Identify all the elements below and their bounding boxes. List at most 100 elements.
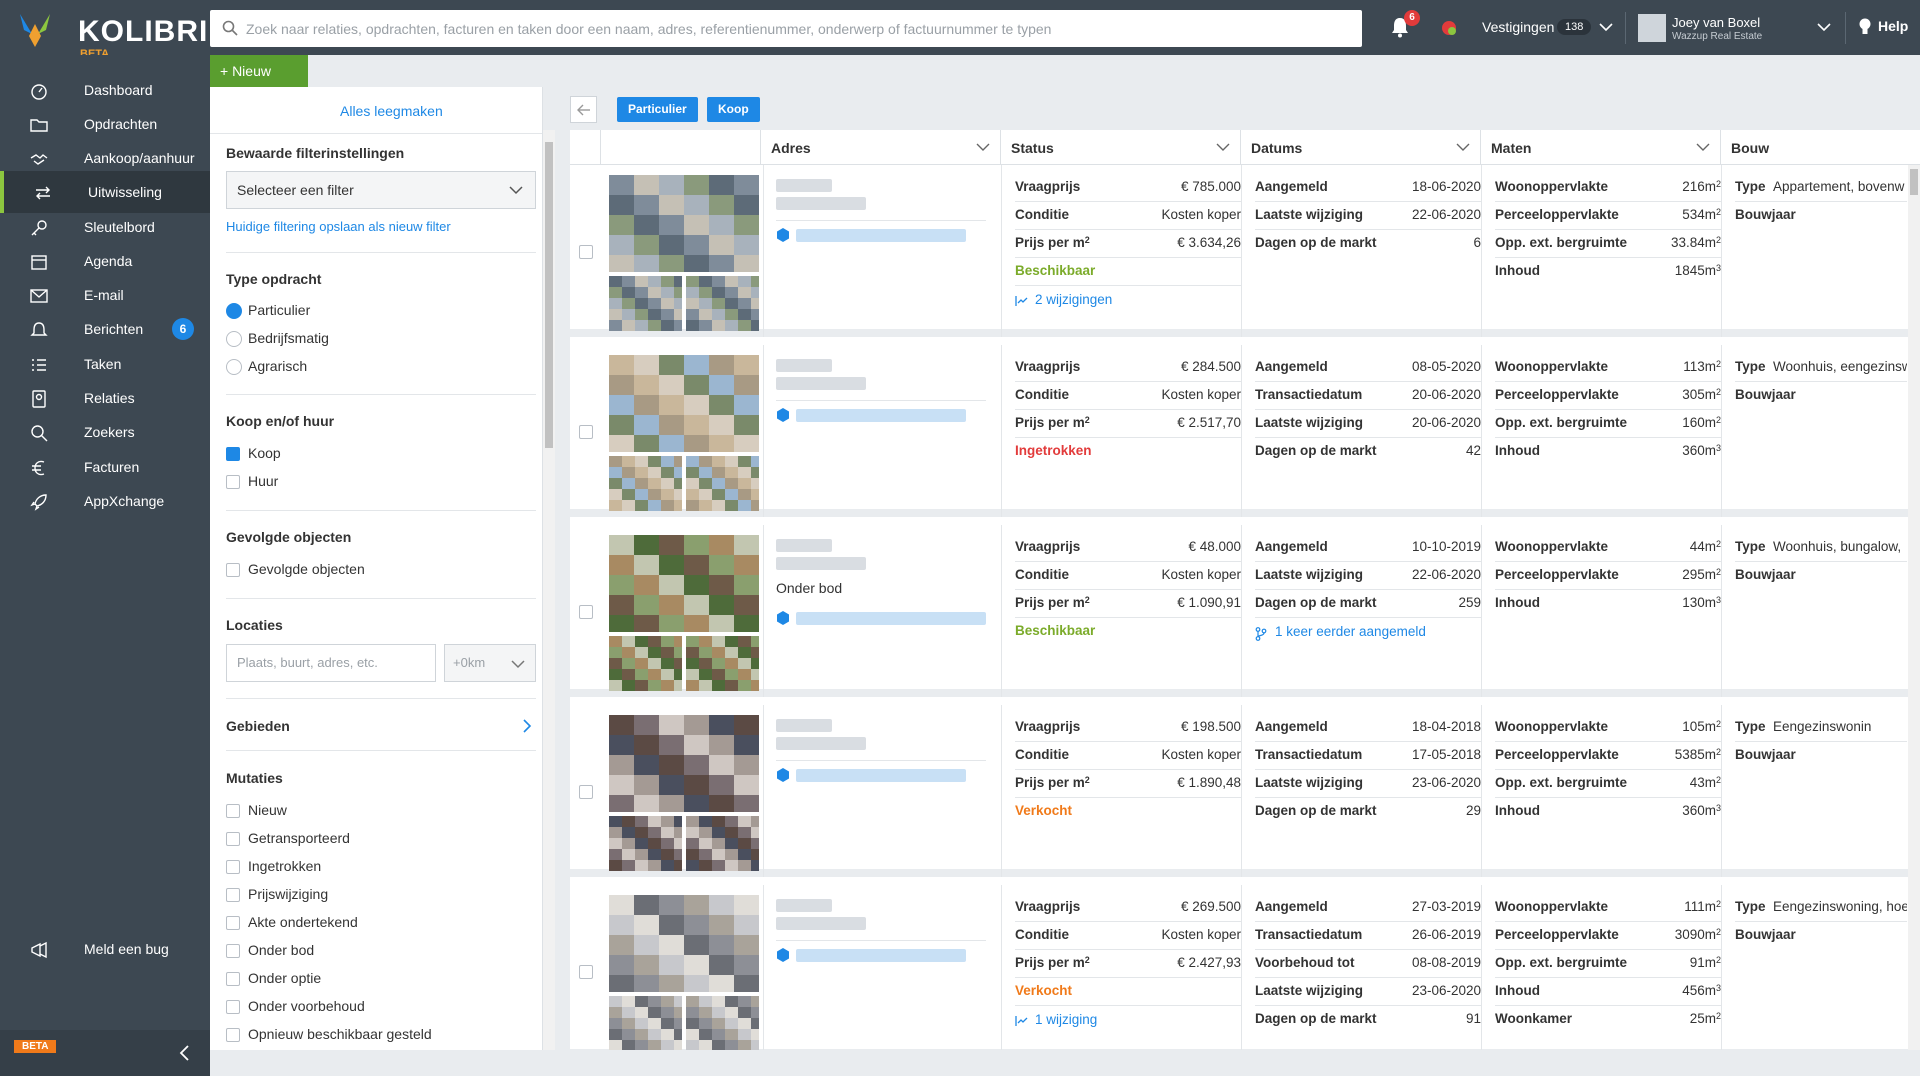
link-label: 1 keer eerder aangemeld: [1275, 624, 1426, 639]
property-photo-thumb[interactable]: [609, 456, 682, 511]
checkbox-checked[interactable]: [226, 447, 240, 461]
filter-chip-particulier[interactable]: Particulier: [617, 97, 698, 122]
exchange-icon: [36, 186, 50, 200]
property-photo[interactable]: [609, 895, 759, 992]
chevron-down-icon[interactable]: [1696, 143, 1710, 152]
date-field: Transactiedatum 20-06-2020: [1255, 387, 1481, 409]
row-select-checkbox[interactable]: [579, 965, 593, 979]
field-value: Kosten koper: [1161, 207, 1241, 222]
chevron-down-icon[interactable]: [1216, 143, 1230, 152]
checkbox[interactable]: [226, 563, 240, 577]
property-photo[interactable]: [609, 355, 759, 452]
select-all-header[interactable]: [570, 130, 601, 165]
column-header-datums[interactable]: Datums: [1241, 130, 1481, 165]
checkbox[interactable]: [226, 1000, 240, 1014]
chevron-down-icon[interactable]: [1456, 143, 1470, 152]
kolibri-logo[interactable]: KOLIBRI BETA: [14, 10, 214, 60]
checkbox[interactable]: [226, 944, 240, 958]
checkbox[interactable]: [226, 916, 240, 930]
link-redacted[interactable]: [796, 769, 966, 782]
column-header-maten[interactable]: Maten: [1481, 130, 1721, 165]
property-photo-thumb[interactable]: [609, 636, 682, 691]
field-value: Woonhuis, bungalow,: [1773, 539, 1902, 554]
checkbox[interactable]: [226, 804, 240, 818]
table-row[interactable]: Vraagprijs € 785.000 Conditie Kosten koper P…: [570, 165, 1908, 337]
help-link[interactable]: Help: [1878, 18, 1908, 34]
checkbox[interactable]: [226, 972, 240, 986]
property-photo-thumb[interactable]: [609, 816, 682, 871]
table-row[interactable]: Onder bod Vraagprijs € 48.000 Conditie Koste…: [570, 525, 1908, 697]
radio[interactable]: [226, 331, 242, 347]
scrollbar-thumb[interactable]: [545, 142, 553, 448]
chevron-right-icon[interactable]: [522, 719, 532, 733]
column-header-bouw[interactable]: Bouw: [1721, 130, 1920, 165]
radio-checked[interactable]: [226, 303, 242, 319]
row-select-checkbox[interactable]: [579, 245, 593, 259]
property-photo-thumb[interactable]: [686, 276, 759, 331]
global-search[interactable]: [210, 10, 1362, 47]
save-filter-link[interactable]: Huidige filtering opslaan als nieuw filt…: [226, 219, 451, 234]
photo-header: [601, 130, 761, 165]
filter-scrollbar[interactable]: [543, 130, 555, 1050]
column-header-status[interactable]: Status: [1001, 130, 1241, 165]
collapse-sidebar-button[interactable]: [0, 1030, 210, 1076]
field-label: Conditie: [1015, 927, 1069, 942]
checkbox[interactable]: [226, 860, 240, 874]
field-label: Opp. ext. bergruimte: [1495, 235, 1628, 250]
table-row[interactable]: Vraagprijs € 198.500 Conditie Kosten koper P…: [570, 705, 1908, 877]
sidebar-item-label: Facturen: [84, 459, 140, 475]
checkbox[interactable]: [226, 1028, 240, 1042]
property-photo-thumb[interactable]: [609, 996, 682, 1050]
new-button[interactable]: + Nieuw: [210, 55, 308, 87]
field-label: Aangemeld: [1255, 899, 1328, 914]
filter-chip-koop[interactable]: Koop: [707, 97, 760, 122]
chevron-down-icon[interactable]: [976, 143, 990, 152]
recording-icon[interactable]: [1438, 17, 1460, 39]
radius-select[interactable]: +0km: [444, 644, 536, 682]
checkbox[interactable]: [226, 888, 240, 902]
row-select-checkbox[interactable]: [579, 785, 593, 799]
property-photo-thumb[interactable]: [609, 276, 682, 331]
vestigingen-label[interactable]: Vestigingen: [1482, 19, 1554, 35]
lightbulb-icon[interactable]: [1858, 18, 1872, 36]
table-row[interactable]: Vraagprijs € 284.500 Conditie Kosten koper P…: [570, 345, 1908, 517]
property-photo-thumb[interactable]: [686, 996, 759, 1050]
field-label: Woonoppervlakte: [1495, 719, 1609, 734]
gebieden-title[interactable]: Gebieden: [226, 718, 290, 734]
user-menu-chevron-icon[interactable]: [1816, 20, 1832, 34]
row-select-checkbox[interactable]: [579, 605, 593, 619]
property-photo[interactable]: [609, 535, 759, 632]
property-photo[interactable]: [609, 175, 759, 272]
link-redacted[interactable]: [796, 612, 986, 625]
avatar[interactable]: [1638, 14, 1666, 42]
property-photo[interactable]: [609, 715, 759, 812]
sidebar-item-bug-report[interactable]: Meld een bug: [0, 928, 210, 970]
table-scrollbar[interactable]: [1908, 165, 1920, 1050]
clear-filters-link[interactable]: Alles leegmaken: [340, 103, 443, 119]
checkbox[interactable]: [226, 475, 240, 489]
link-redacted[interactable]: [796, 409, 966, 422]
table-row[interactable]: Vraagprijs € 269.500 Conditie Kosten koper P…: [570, 885, 1908, 1050]
row-select-checkbox[interactable]: [579, 425, 593, 439]
location-input[interactable]: Plaats, buurt, adres, etc.: [226, 644, 436, 682]
scrollbar-thumb[interactable]: [1910, 169, 1918, 195]
property-photo-thumb[interactable]: [686, 456, 759, 511]
radio[interactable]: [226, 359, 242, 375]
bouw-type: Type Eengezinswonin: [1735, 719, 1907, 734]
user-name[interactable]: Joey van Boxel: [1672, 15, 1760, 30]
sidebar-item-appxchange[interactable]: AppXchange: [0, 480, 210, 522]
property-photo-thumb[interactable]: [686, 816, 759, 871]
checkbox[interactable]: [226, 832, 240, 846]
chevron-down-icon[interactable]: [1598, 20, 1614, 34]
divider: [1481, 345, 1482, 517]
property-photo-thumb[interactable]: [686, 636, 759, 691]
back-button[interactable]: [570, 96, 597, 123]
column-header-adres[interactable]: Adres: [761, 130, 1001, 165]
search-input[interactable]: [246, 10, 1346, 47]
field-label: Bouwjaar: [1735, 747, 1796, 762]
divider: [1495, 561, 1721, 562]
link-redacted[interactable]: [796, 949, 966, 962]
saved-filter-select[interactable]: Selecteer een filter: [226, 171, 536, 209]
link-redacted[interactable]: [796, 229, 966, 242]
field-label: Type: [1735, 359, 1766, 374]
